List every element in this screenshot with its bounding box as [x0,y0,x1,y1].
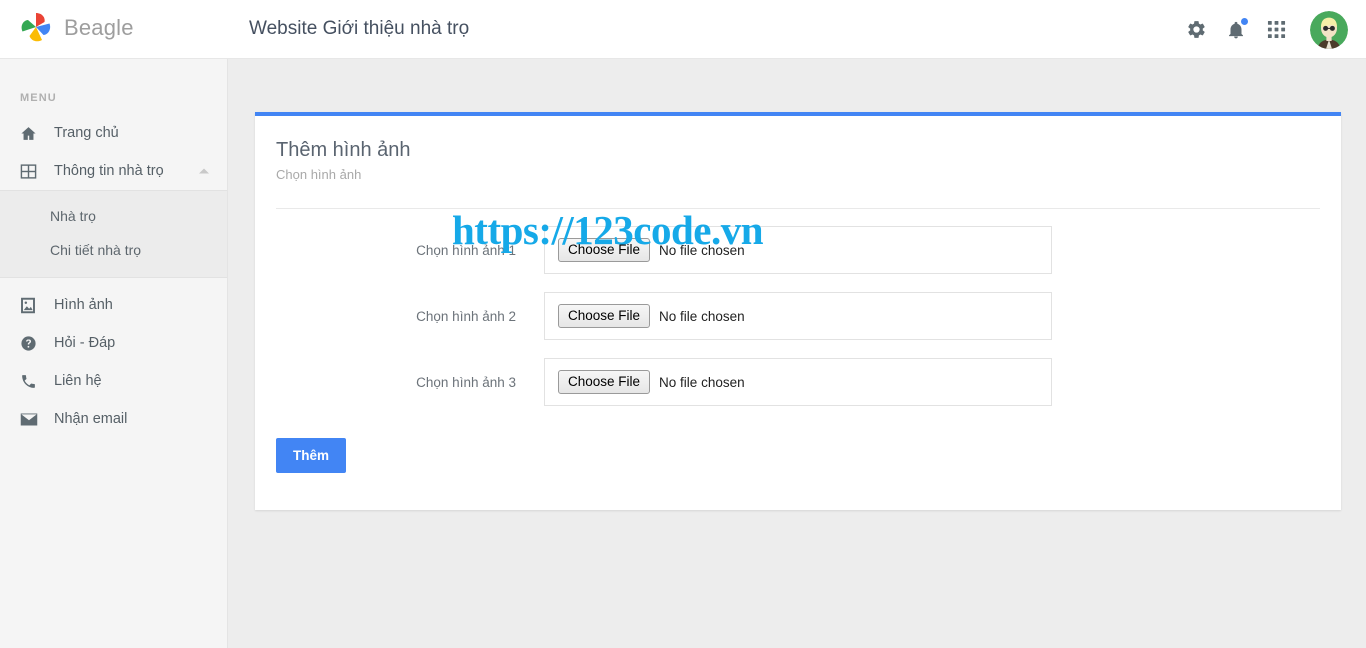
sidebar-subitem-chi-tiet-nha-tro[interactable]: Chi tiết nhà trọ [0,233,227,267]
sidebar-item-thong-tin-nha-tro[interactable]: Thông tin nhà trọ [0,152,227,190]
sidebar-item-trang-chu[interactable]: Trang chủ [0,114,227,152]
pinwheel-logo-icon [18,10,54,46]
sidebar-section-label: MENU [20,92,57,104]
sidebar-item-hoi-dap[interactable]: Hỏi - Đáp [0,324,227,362]
file-status-3: No file chosen [659,374,745,390]
home-icon [20,123,42,143]
choose-file-button-1[interactable]: Choose File [558,237,651,263]
apps-grid-icon[interactable] [1256,10,1296,50]
choose-file-button-2[interactable]: Choose File [558,303,651,329]
image-icon [20,295,42,315]
chevron-up-icon[interactable] [199,168,209,174]
choose-file-button-3[interactable]: Choose File [558,369,651,395]
top-bar: Beagle Website Giới thiệu nhà trọ [0,0,1366,59]
sidebar-subitem-label: Nhà trọ [50,208,96,224]
sidebar-item-hinh-anh[interactable]: Hình ảnh [0,286,227,324]
sidebar-item-nhan-email[interactable]: Nhận email [0,400,227,438]
sidebar-item-label: Liên hệ [54,373,102,389]
question-circle-icon [20,333,42,353]
file-status-2: No file chosen [659,308,745,324]
form-label-image-3: Chọn hình ảnh 3 [416,374,516,390]
topbar-actions [1176,0,1348,59]
sidebar-submenu: Nhà trọ Chi tiết nhà trọ [0,190,227,278]
file-input-image-1[interactable]: Choose File No file chosen [544,226,1052,274]
sidebar-item-label: Nhận email [54,411,128,427]
brand-name: Beagle [64,15,134,40]
image-upload-form: Chọn hình ảnh 1 Choose File No file chos… [255,209,1341,406]
sidebar: MENU Trang chủ Thông tin nhà trọ Nhà trọ… [0,59,228,648]
envelope-icon [20,409,42,429]
brand[interactable]: Beagle [18,10,134,46]
avatar[interactable] [1310,10,1348,49]
notification-dot [1241,17,1248,25]
file-status-1: No file chosen [659,242,745,258]
sidebar-item-lien-he[interactable]: Liên hệ [0,362,227,400]
submit-add-button[interactable]: Thêm [276,438,347,473]
form-label-image-1: Chọn hình ảnh 1 [416,242,516,258]
gear-icon[interactable] [1176,10,1216,50]
card-header: Thêm hình ảnh Chọn hình ảnh [255,116,1341,182]
sidebar-item-label: Thông tin nhà trọ [54,163,164,179]
grid-table-icon [20,161,42,181]
file-input-image-3[interactable]: Choose File No file chosen [544,358,1052,406]
sidebar-subitem-label: Chi tiết nhà trọ [50,242,142,258]
page-title: Website Giới thiệu nhà trọ [249,18,470,39]
sidebar-subitem-nha-tro[interactable]: Nhà trọ [0,199,227,233]
form-label-image-2: Chọn hình ảnh 2 [416,308,516,324]
bell-icon[interactable] [1216,10,1256,50]
form-actions: Thêm [255,424,1341,473]
file-input-image-2[interactable]: Choose File No file chosen [544,292,1052,340]
add-image-card: Thêm hình ảnh Chọn hình ảnh Chọn hình ản… [255,112,1341,510]
sidebar-item-label: Hỏi - Đáp [54,335,116,351]
card-subtitle: Chọn hình ảnh [276,167,362,182]
form-row-image-2: Chọn hình ảnh 2 Choose File No file chos… [276,292,1320,340]
sidebar-item-label: Trang chủ [54,125,119,141]
form-row-image-3: Chọn hình ảnh 3 Choose File No file chos… [276,358,1320,406]
main-content: Thêm hình ảnh Chọn hình ảnh Chọn hình ản… [228,59,1366,648]
phone-icon [20,371,42,391]
form-row-image-1: Chọn hình ảnh 1 Choose File No file chos… [276,226,1320,274]
card-title: Thêm hình ảnh [276,139,411,161]
sidebar-item-label: Hình ảnh [54,297,113,313]
